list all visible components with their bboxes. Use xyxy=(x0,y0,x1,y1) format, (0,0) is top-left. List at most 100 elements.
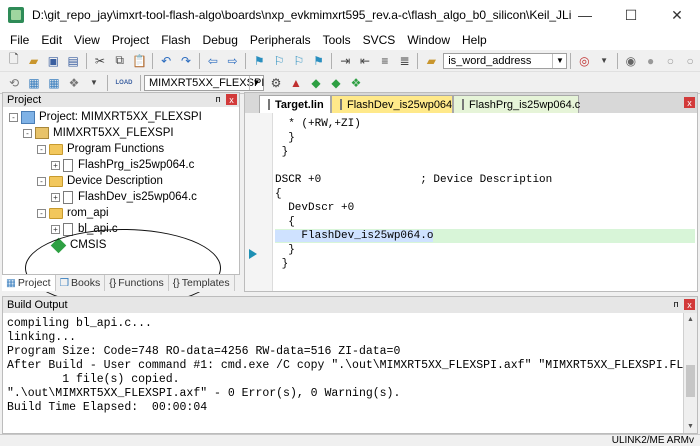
unindent-icon[interactable]: ⇤ xyxy=(357,53,373,69)
select-packs-icon[interactable]: ❖ xyxy=(348,75,364,91)
tab-target-lin[interactable]: Target.lin xyxy=(259,95,331,113)
build-output-scrollbar[interactable]: ▲ ▼ xyxy=(683,313,697,433)
build-icon[interactable]: ▦ xyxy=(26,75,42,91)
open-folder-icon[interactable]: ▰ xyxy=(26,53,42,69)
collapse-icon[interactable]: - xyxy=(37,176,46,186)
code-line[interactable]: { xyxy=(275,215,295,229)
target-combo-dropdown-icon[interactable]: ▼ xyxy=(249,75,263,90)
tab-flashdev[interactable]: FlashDev_is25wp064.c xyxy=(331,95,461,113)
debug-session-icon[interactable]: ◉ xyxy=(623,53,639,69)
minimize-button[interactable]: — xyxy=(562,0,608,30)
pin-icon[interactable]: ᴨ xyxy=(212,93,224,105)
load-icon[interactable]: LOAD xyxy=(113,75,135,91)
tree-file-bl-api[interactable]: + bl_api.c xyxy=(51,221,118,237)
target-combo[interactable]: MIMXRT5XX_FLEXSPI ▼ xyxy=(144,74,264,91)
breakpoint-kill-icon[interactable]: ○ xyxy=(682,53,698,69)
maximize-button[interactable]: ☐ xyxy=(608,0,654,30)
menu-peripherals[interactable]: Peripherals xyxy=(244,33,317,47)
bookmark-icon[interactable]: ⚑ xyxy=(251,53,267,69)
breakpoint-icon[interactable]: ● xyxy=(643,53,659,69)
find-combo-dropdown-icon[interactable]: ▼ xyxy=(552,53,566,68)
scroll-down-icon[interactable]: ▼ xyxy=(684,420,697,433)
paste-icon[interactable]: 📋 xyxy=(132,53,148,69)
collapse-icon[interactable]: - xyxy=(37,144,46,154)
code-line[interactable]: { xyxy=(275,187,282,201)
target-options-icon[interactable]: ⚙ xyxy=(268,75,284,91)
copy-icon[interactable]: ⧉ xyxy=(112,53,128,69)
collapse-icon[interactable]: - xyxy=(23,128,32,138)
bookmark-next-icon[interactable]: ⚐ xyxy=(291,53,307,69)
menu-edit[interactable]: Edit xyxy=(35,33,68,47)
save-all-icon[interactable]: ▤ xyxy=(65,53,81,69)
menu-help[interactable]: Help xyxy=(456,33,493,47)
bookmark-prev-icon[interactable]: ⚐ xyxy=(271,53,287,69)
tab-flashprg[interactable]: FlashPrg_is25wp064.c xyxy=(453,95,580,113)
collapse-icon[interactable]: - xyxy=(9,112,18,122)
indent-icon[interactable]: ⇥ xyxy=(337,53,353,69)
code-line[interactable]: DSCR +0 ; Device Description xyxy=(275,173,552,187)
tab-functions[interactable]: {} Functions xyxy=(105,275,169,291)
code-line[interactable]: DevDscr +0 xyxy=(275,201,354,215)
code-line[interactable]: } xyxy=(275,131,295,145)
tab-project[interactable]: ▦ Project xyxy=(2,275,56,291)
breakpoint-disable-icon[interactable]: ○ xyxy=(662,53,678,69)
new-file-icon[interactable]: 🗋 xyxy=(6,52,22,69)
code-line[interactable]: } xyxy=(275,257,289,271)
collapse-icon[interactable]: - xyxy=(37,208,46,218)
redo-icon[interactable]: ↷ xyxy=(178,53,194,69)
menu-file[interactable]: File xyxy=(4,33,35,47)
batch-dropdown-icon[interactable]: ▼ xyxy=(86,75,102,91)
code-line[interactable]: } xyxy=(275,145,289,159)
file-extensions-icon[interactable]: ▲ xyxy=(288,75,304,91)
tree-target[interactable]: - MIMXRT5XX_FLEXSPI xyxy=(23,125,174,141)
find-dropdown-icon[interactable]: ▼ xyxy=(596,53,612,69)
tree-file-flashdev[interactable]: + FlashDev_is25wp064.c xyxy=(51,189,197,205)
code-line[interactable]: } xyxy=(275,243,295,257)
menu-view[interactable]: View xyxy=(68,33,106,47)
bookmark-clear-icon[interactable]: ⚑ xyxy=(311,53,327,69)
close-editor-icon[interactable]: x xyxy=(684,97,695,108)
menu-project[interactable]: Project xyxy=(106,33,155,47)
expand-icon[interactable]: + xyxy=(51,192,60,202)
tree-cmsis[interactable]: CMSIS xyxy=(50,237,106,253)
code-line-current[interactable]: FlashDev_is25wp064.o xyxy=(275,229,695,243)
menu-window[interactable]: Window xyxy=(401,33,456,47)
pack-installer-icon[interactable]: ◆ xyxy=(328,75,344,91)
close-panel-icon[interactable]: x xyxy=(684,299,695,310)
expand-icon[interactable]: + xyxy=(51,224,60,234)
tree-project-root[interactable]: - Project: MIMXRT5XX_FLEXSPI xyxy=(9,109,202,125)
tree-file-flashprg[interactable]: + FlashPrg_is25wp064.c xyxy=(51,157,194,173)
scrollbar-thumb[interactable] xyxy=(686,365,695,397)
cut-icon[interactable]: ✂ xyxy=(92,53,108,69)
menu-tools[interactable]: Tools xyxy=(317,33,357,47)
pin-icon[interactable]: ᴨ xyxy=(670,298,682,310)
manage-components-icon[interactable]: ◆ xyxy=(308,75,324,91)
rebuild-icon[interactable]: ▦ xyxy=(46,75,62,91)
tree-group-program-functions[interactable]: - Program Functions xyxy=(37,141,164,157)
uncomment-icon[interactable]: ≣ xyxy=(397,53,413,69)
tree-group-device-description[interactable]: - Device Description xyxy=(37,173,163,189)
save-icon[interactable]: ▣ xyxy=(46,53,62,69)
menu-debug[interactable]: Debug xyxy=(197,33,244,47)
code-line[interactable]: * (+RW,+ZI) xyxy=(275,117,361,131)
find-in-files-icon[interactable]: ▰ xyxy=(423,53,439,69)
find-icon[interactable]: ◎ xyxy=(576,53,592,69)
undo-icon[interactable]: ↶ xyxy=(158,53,174,69)
editor-gutter[interactable] xyxy=(245,113,273,291)
find-combo[interactable]: is_word_address ▼ xyxy=(443,52,568,69)
batch-build-icon[interactable]: ❖ xyxy=(66,75,82,91)
build-output-text[interactable]: compiling bl_api.c... linking... Program… xyxy=(7,317,697,415)
tab-books[interactable]: ❒ Books xyxy=(56,275,106,291)
close-button[interactable]: ✕ xyxy=(654,0,700,30)
comment-icon[interactable]: ≡ xyxy=(377,53,393,69)
navigate-forward-icon[interactable]: ⇨ xyxy=(225,53,241,69)
expand-icon[interactable]: + xyxy=(51,160,60,170)
menu-flash[interactable]: Flash xyxy=(155,33,196,47)
navigate-back-icon[interactable]: ⇦ xyxy=(205,53,221,69)
close-panel-icon[interactable]: x xyxy=(226,94,237,105)
scroll-up-icon[interactable]: ▲ xyxy=(684,313,697,326)
menu-svcs[interactable]: SVCS xyxy=(357,33,402,47)
tree-group-rom-api[interactable]: - rom_api xyxy=(37,205,109,221)
tab-templates[interactable]: {} Templates xyxy=(169,275,235,291)
translate-icon[interactable]: ⟲ xyxy=(6,75,22,91)
